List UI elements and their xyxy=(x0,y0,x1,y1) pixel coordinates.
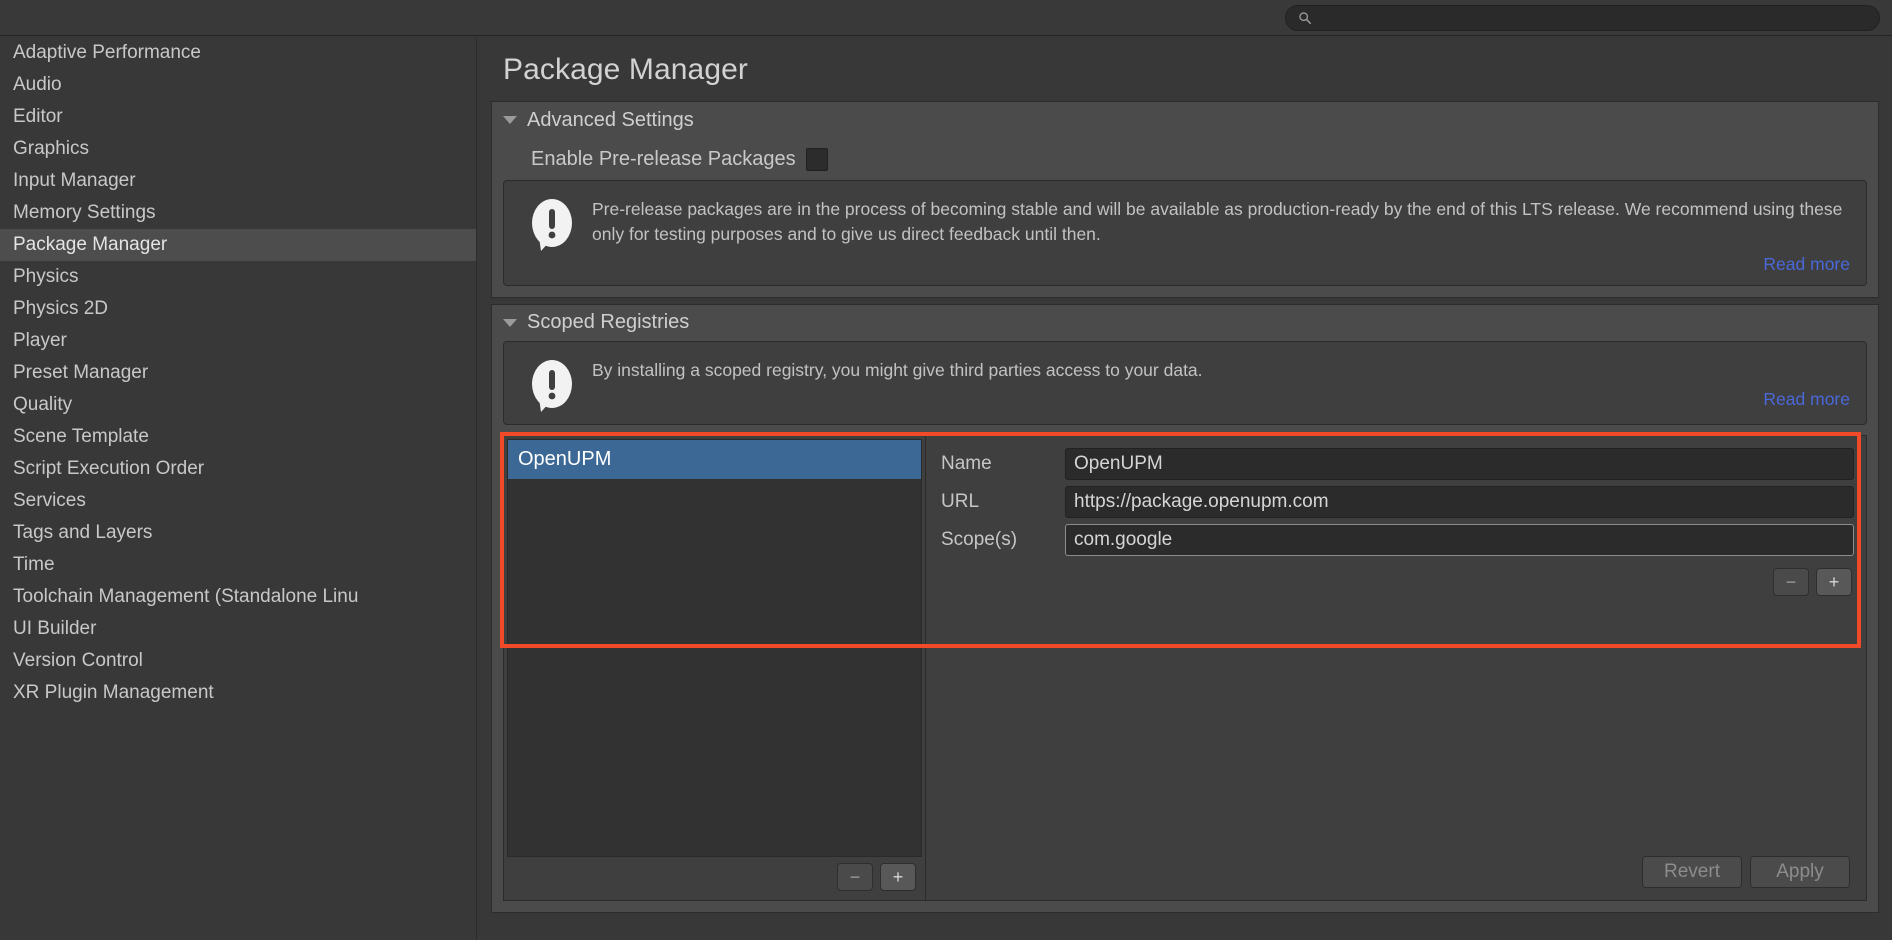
scoped-registries-section: Scoped Registries By installing a scoped… xyxy=(491,304,1879,913)
sidebar-item[interactable]: Toolchain Management (Standalone Linu xyxy=(0,581,476,613)
sidebar-item[interactable]: Input Manager xyxy=(0,165,476,197)
revert-button[interactable]: Revert xyxy=(1642,856,1742,888)
registry-scopes-row: Scope(s) xyxy=(941,524,1854,556)
add-registry-button[interactable]: + xyxy=(880,863,916,891)
registry-name-input[interactable] xyxy=(1065,448,1854,480)
search-icon xyxy=(1298,11,1312,25)
scoped-registries-header[interactable]: Scoped Registries xyxy=(492,305,1878,341)
chevron-down-icon[interactable] xyxy=(503,319,517,327)
registry-editor: OpenUPM − + Name URL xyxy=(503,435,1867,901)
registry-list-footer: − + xyxy=(507,857,922,897)
enable-prerelease-checkbox[interactable] xyxy=(806,148,828,171)
scope-edit-buttons: − + xyxy=(941,568,1854,596)
sidebar-item[interactable]: XR Plugin Management xyxy=(0,677,476,709)
sidebar-item[interactable]: Scene Template xyxy=(0,421,476,453)
sidebar-item[interactable]: UI Builder xyxy=(0,613,476,645)
registry-scopes-label: Scope(s) xyxy=(941,529,1065,551)
page-title: Package Manager xyxy=(478,37,1892,101)
registry-url-input[interactable] xyxy=(1065,486,1854,518)
sidebar-item[interactable]: Memory Settings xyxy=(0,197,476,229)
registry-list[interactable]: OpenUPM xyxy=(507,439,922,857)
remove-registry-button[interactable]: − xyxy=(837,863,873,891)
scoped-help-text: By installing a scoped registry, you mig… xyxy=(592,358,1850,383)
prerelease-label: Enable Pre-release Packages xyxy=(531,148,796,171)
prerelease-help-box: Pre-release packages are in the process … xyxy=(503,180,1867,286)
form-spacer xyxy=(941,596,1854,856)
scoped-read-more-link[interactable]: Read more xyxy=(592,389,1850,410)
registry-name-label: Name xyxy=(941,453,1065,475)
sidebar-item[interactable]: Services xyxy=(0,485,476,517)
warning-icon xyxy=(526,197,578,253)
sidebar-item[interactable]: Version Control xyxy=(0,645,476,677)
scoped-help-box: By installing a scoped registry, you mig… xyxy=(503,341,1867,425)
sidebar-item[interactable]: Tags and Layers xyxy=(0,517,476,549)
sidebar-item[interactable]: Quality xyxy=(0,389,476,421)
top-bar xyxy=(0,0,1892,36)
registry-url-label: URL xyxy=(941,491,1065,513)
apply-button[interactable]: Apply xyxy=(1750,856,1850,888)
registry-list-item[interactable]: OpenUPM xyxy=(508,440,921,479)
sidebar-item[interactable]: Package Manager xyxy=(0,229,476,261)
search-input[interactable] xyxy=(1312,6,1879,30)
sidebar-item[interactable]: Script Execution Order xyxy=(0,453,476,485)
warning-icon xyxy=(526,358,578,414)
sidebar-item[interactable]: Audio xyxy=(0,69,476,101)
sidebar-item[interactable]: Graphics xyxy=(0,133,476,165)
apply-buttons-row: Revert Apply xyxy=(941,856,1854,900)
advanced-settings-section: Advanced Settings Enable Pre-release Pac… xyxy=(491,101,1879,298)
search-field[interactable] xyxy=(1285,5,1880,31)
advanced-settings-header[interactable]: Advanced Settings xyxy=(492,102,1878,138)
settings-main-panel: Package Manager Advanced Settings Enable… xyxy=(478,37,1892,940)
sidebar-item[interactable]: Physics 2D xyxy=(0,293,476,325)
prerelease-row: Enable Pre-release Packages xyxy=(503,138,1867,180)
add-scope-button[interactable]: + xyxy=(1816,568,1852,596)
registry-name-row: Name xyxy=(941,448,1854,480)
sidebar-item[interactable]: Preset Manager xyxy=(0,357,476,389)
sidebar-item[interactable]: Editor xyxy=(0,101,476,133)
chevron-down-icon[interactable] xyxy=(503,116,517,124)
registry-list-panel: OpenUPM − + xyxy=(504,436,926,900)
sidebar-item[interactable]: Adaptive Performance xyxy=(0,37,476,69)
prerelease-read-more-link[interactable]: Read more xyxy=(592,254,1850,275)
registry-detail-form: Name URL Scope(s) − + xyxy=(926,436,1866,900)
sidebar-item[interactable]: Time xyxy=(0,549,476,581)
remove-scope-button[interactable]: − xyxy=(1773,568,1809,596)
registry-url-row: URL xyxy=(941,486,1854,518)
prerelease-help-text: Pre-release packages are in the process … xyxy=(592,197,1850,248)
sidebar-item[interactable]: Physics xyxy=(0,261,476,293)
settings-category-sidebar[interactable]: Adaptive PerformanceAudioEditorGraphicsI… xyxy=(0,37,477,940)
sidebar-item[interactable]: Player xyxy=(0,325,476,357)
scoped-registries-title: Scoped Registries xyxy=(527,311,689,334)
registry-scopes-input[interactable] xyxy=(1065,524,1854,556)
advanced-settings-title: Advanced Settings xyxy=(527,109,694,132)
